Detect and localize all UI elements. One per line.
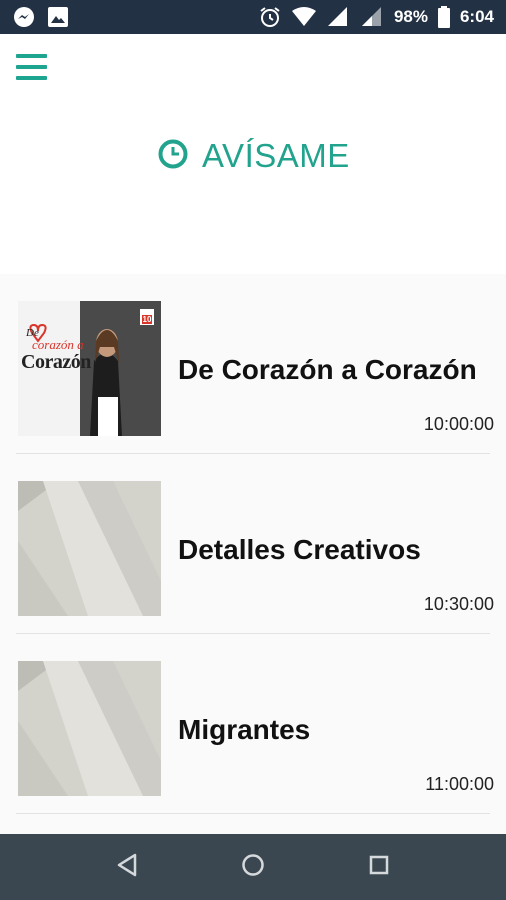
app-header: AVÍSAME [0,34,506,274]
clock-time: 6:04 [459,7,494,26]
navigation-bar [0,834,506,900]
menu-button[interactable] [16,54,48,82]
recents-icon [369,855,389,880]
clock-icon [158,139,188,174]
battery-icon [437,5,450,29]
program-title: De Corazón a Corazón [178,354,477,385]
program-title: Migrantes [178,714,311,745]
thumbnail-logo-line3: Corazón [21,351,91,373]
program-row[interactable]: De corazón a Corazón 10 De Corazón a Cor… [0,274,506,454]
home-button[interactable] [238,852,268,882]
messenger-icon [12,5,36,29]
back-icon [116,853,138,882]
image-icon [46,5,70,29]
program-thumbnail: De corazón a Corazón 10 [18,301,161,436]
signal-icon [360,5,384,29]
program-time: 11:00:00 [425,774,494,794]
wifi-icon [291,5,316,29]
status-bar: 98% 6:04 [0,0,506,34]
battery-percent: 98% [393,7,428,26]
home-icon [241,853,265,882]
thumbnail-channel-badge: 10 [142,315,152,324]
program-thumbnail [18,481,161,616]
program-thumbnail [18,661,161,796]
program-row[interactable]: Detalles Creativos 10:30:00 [0,454,506,634]
page-title-text: AVÍSAME [202,137,350,174]
program-time: 10:00:00 [423,414,494,434]
program-row[interactable]: Migrantes 11:00:00 [0,634,506,814]
recents-button[interactable] [364,852,394,882]
program-list: De corazón a Corazón 10 De Corazón a Cor… [0,274,506,834]
program-title: Detalles Creativos [178,534,421,565]
signal-icon [326,5,350,29]
back-button[interactable] [112,852,142,882]
page-title: AVÍSAME [158,136,350,176]
divider [16,813,490,814]
menu-icon [16,54,48,80]
program-time: 10:30:00 [423,594,494,614]
alarm-icon [258,5,282,29]
